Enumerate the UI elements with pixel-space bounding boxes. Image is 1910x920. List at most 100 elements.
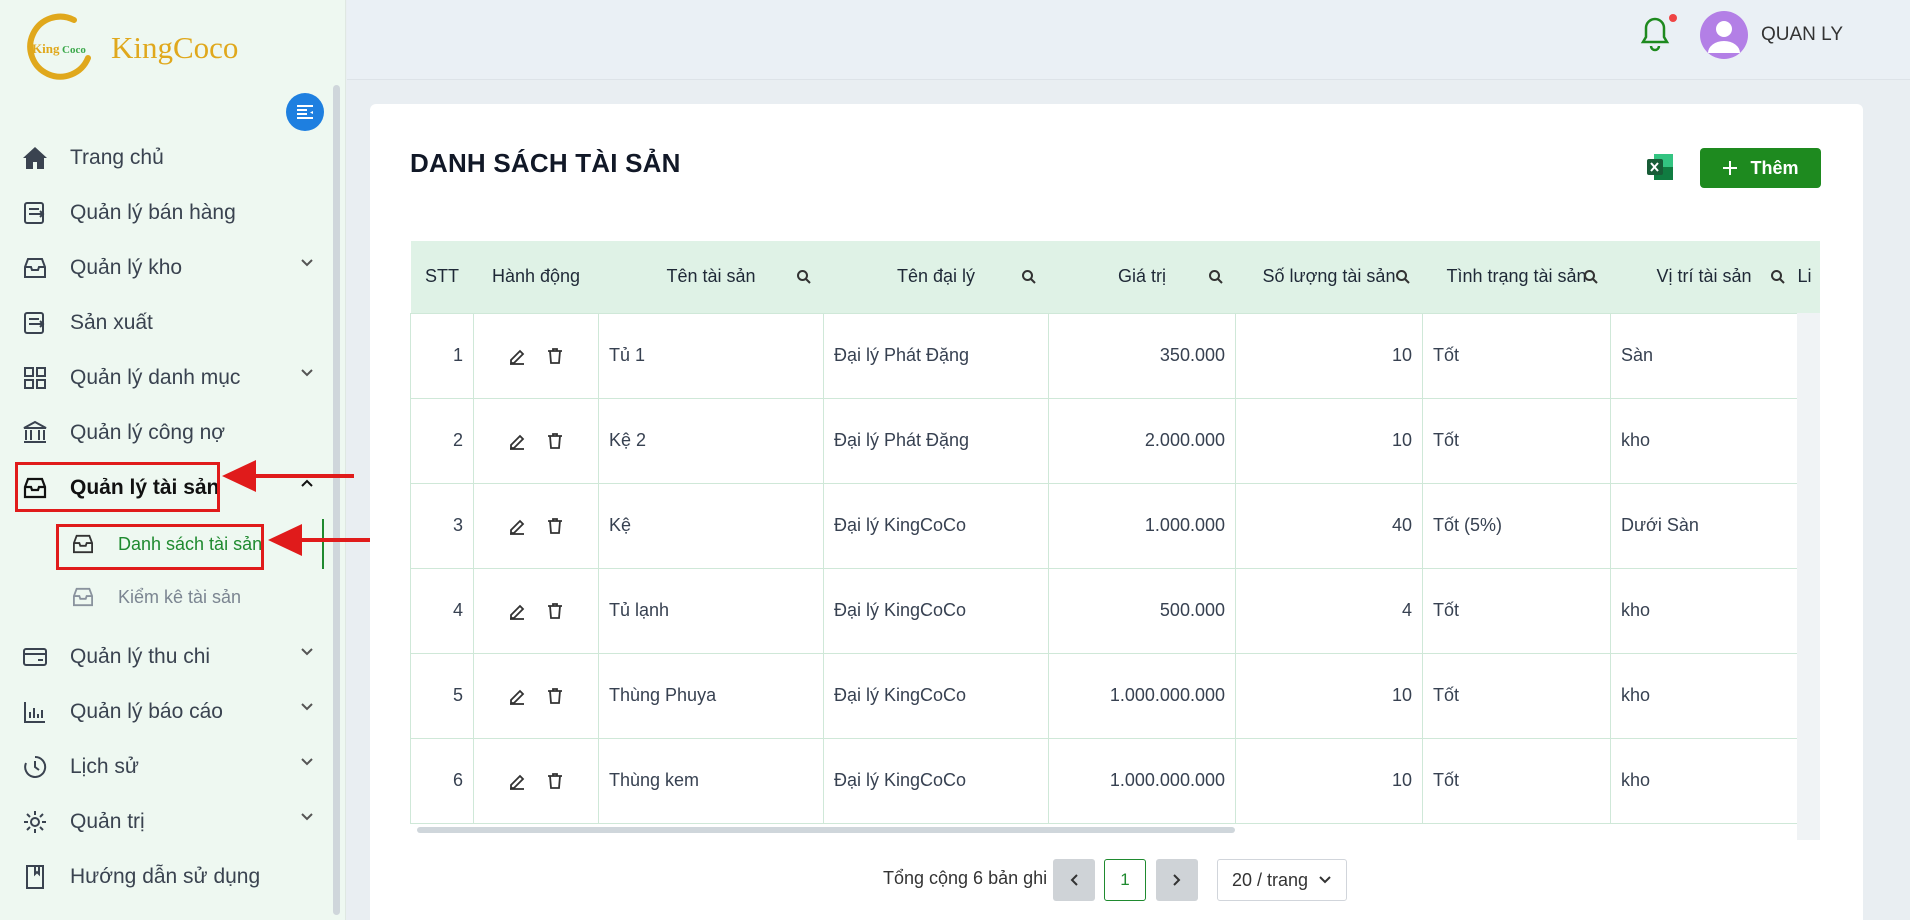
edit-icon[interactable]: [507, 601, 527, 621]
edit-icon[interactable]: [507, 686, 527, 706]
edit-icon[interactable]: [507, 431, 527, 451]
chevron-right-icon: [1173, 874, 1181, 886]
sidebar-item-label: Hướng dẫn sử dụng: [70, 865, 261, 888]
cell-value: 1.000.000.000: [1048, 652, 1236, 739]
table-row: 2 Kệ 2 Đại lý Phát Đặng 2.000.000 10 Tốt kho: [410, 397, 1820, 484]
cell-agent-name: Đại lý KingCoCo: [823, 482, 1049, 569]
plus-icon: [1723, 161, 1738, 175]
menu-fold-icon: [297, 105, 313, 119]
sidebar-item-admin[interactable]: Quản trị: [20, 800, 320, 844]
cell-stt: 3: [410, 482, 474, 569]
cell-quantity: 10: [1235, 312, 1423, 399]
notification-dot: [1669, 14, 1677, 22]
edit-icon[interactable]: [507, 771, 527, 791]
cell-location: kho: [1610, 652, 1798, 739]
add-button-label: Thêm: [1750, 157, 1799, 178]
chevron-down-icon: [301, 813, 313, 821]
column-header-quantity: Số lượng tài sản: [1235, 241, 1423, 313]
warehouse-icon: [20, 253, 50, 283]
sidebar-subitem-label: Kiểm kê tài sản: [118, 586, 242, 607]
excel-export-icon[interactable]: [1645, 152, 1675, 182]
sidebar-item-categories[interactable]: Quản lý danh mục: [20, 356, 320, 400]
trash-icon[interactable]: [545, 601, 565, 621]
column-header-status: Tình trạng tài sản: [1422, 241, 1611, 313]
cell-value: 2.000.000: [1048, 397, 1236, 484]
sidebar-item-label: Lịch sử: [70, 755, 139, 778]
trash-icon[interactable]: [545, 771, 565, 791]
sidebar-item-history[interactable]: Lịch sử: [20, 745, 320, 789]
sidebar-item-reports[interactable]: Quản lý báo cáo: [20, 690, 320, 734]
sidebar-item-label: Quản lý thu chi: [70, 645, 211, 668]
search-icon[interactable]: [1021, 269, 1037, 285]
sidebar-item-sales[interactable]: Quản lý bán hàng: [20, 191, 320, 235]
notification-bell-icon[interactable]: [1640, 16, 1670, 52]
table-row: 1 Tủ 1 Đại lý Phát Đặng 350.000 10 Tốt Sàn: [410, 312, 1820, 399]
cell-actions: [473, 312, 599, 399]
cell-stt: 6: [410, 737, 474, 824]
chevron-down-icon: [1319, 876, 1331, 884]
table-horizontal-scrollbar[interactable]: [417, 827, 1235, 833]
column-header-value: Giá trị: [1048, 241, 1236, 313]
table-row: 5 Thùng Phuya Đại lý KingCoCo 1.000.000.000…: [410, 652, 1820, 739]
search-icon[interactable]: [1583, 269, 1599, 285]
cell-agent-name: Đại lý Phát Đặng: [823, 397, 1049, 484]
trash-icon[interactable]: [545, 431, 565, 451]
page-size-select[interactable]: 20 / trang: [1217, 859, 1347, 901]
trash-icon[interactable]: [545, 516, 565, 536]
cell-stt: 1: [410, 312, 474, 399]
sidebar-item-debts[interactable]: Quản lý công nợ: [20, 411, 320, 455]
bank-icon: [20, 418, 50, 448]
column-header-location: Vị trí tài sản: [1610, 241, 1798, 313]
chevron-down-icon: [301, 758, 313, 766]
username[interactable]: QUAN LY: [1761, 24, 1843, 46]
sidebar-scrollbar[interactable]: [333, 85, 340, 915]
prev-page-button[interactable]: [1053, 859, 1095, 901]
asset-table: STT Hành động Tên tài sản Tên đại lý Giá…: [410, 241, 1820, 841]
sidebar-item-user-guide[interactable]: Hướng dẫn sử dụng: [20, 855, 320, 899]
next-page-button[interactable]: [1156, 859, 1198, 901]
search-icon[interactable]: [1395, 269, 1411, 285]
sidebar-item-warehouse[interactable]: Quản lý kho: [20, 246, 320, 290]
trash-icon[interactable]: [545, 346, 565, 366]
collapse-sidebar-button[interactable]: [286, 93, 324, 131]
cell-quantity: 10: [1235, 737, 1423, 824]
search-icon[interactable]: [796, 269, 812, 285]
sidebar-item-production[interactable]: Sản xuất: [20, 301, 320, 345]
chevron-left-icon: [1070, 874, 1078, 886]
avatar[interactable]: [1700, 11, 1748, 59]
search-icon[interactable]: [1770, 269, 1786, 285]
chevron-down-icon: [301, 648, 313, 656]
sidebar-subitem-asset-inventory[interactable]: Kiểm kê tài sản: [70, 577, 241, 617]
cell-quantity: 4: [1235, 567, 1423, 654]
cell-asset-name: Thùng Phuya: [598, 652, 824, 739]
column-header-stt: STT: [410, 241, 474, 313]
page-size-value: 20 / trang: [1232, 869, 1309, 890]
cell-status: Tốt (5%): [1422, 482, 1611, 569]
sidebar-item-label: Sản xuất: [70, 311, 153, 334]
edit-icon[interactable]: [507, 516, 527, 536]
cell-status: Tốt: [1422, 567, 1611, 654]
sidebar-item-home[interactable]: Trang chủ: [20, 136, 320, 180]
column-header-label: Giá trị: [1117, 266, 1166, 287]
edit-icon[interactable]: [507, 346, 527, 366]
sidebar-item-finance[interactable]: Quản lý thu chi: [20, 635, 320, 679]
table-row: 6 Thùng kem Đại lý KingCoCo 1.000.000.000 10…: [410, 737, 1820, 824]
sidebar-item-label: Trang chủ: [70, 146, 164, 169]
column-header-actions: Hành động: [473, 241, 599, 313]
grid-icon: [20, 363, 50, 393]
cell-status: Tốt: [1422, 652, 1611, 739]
cell-actions: [473, 397, 599, 484]
table-row: 4 Tủ lạnh Đại lý KingCoCo 500.000 4 Tốt kho: [410, 567, 1820, 654]
search-icon[interactable]: [1208, 269, 1224, 285]
page-number-button[interactable]: 1: [1104, 859, 1146, 901]
cell-location: kho: [1610, 567, 1798, 654]
cell-status: Tốt: [1422, 312, 1611, 399]
cell-stt: 4: [410, 567, 474, 654]
cell-agent-name: Đại lý KingCoCo: [823, 737, 1049, 824]
svg-text:King: King: [32, 41, 60, 56]
book-icon: [20, 862, 50, 892]
add-button[interactable]: Thêm: [1700, 148, 1821, 188]
column-header-label: Vị trí tài sản: [1656, 266, 1752, 287]
cell-location: kho: [1610, 397, 1798, 484]
trash-icon[interactable]: [545, 686, 565, 706]
